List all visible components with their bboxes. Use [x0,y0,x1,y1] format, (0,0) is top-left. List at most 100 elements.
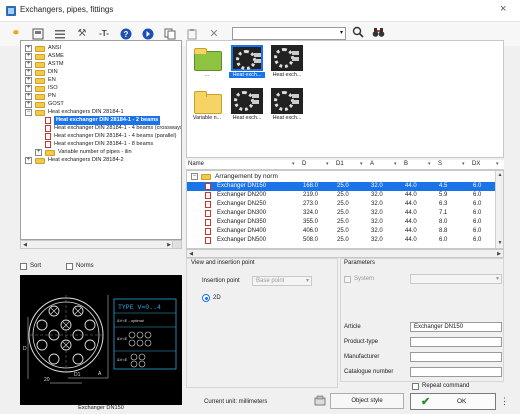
thumbnail-item[interactable]: Heat exch... [229,88,265,122]
exchanger-thumbnail-icon [271,45,303,71]
grid-group-label: Arrangement by norm [215,173,278,180]
object-style-button[interactable]: Object style [330,393,404,409]
tree-expander-icon[interactable]: − [25,109,32,116]
part-icon [45,117,51,124]
thumbnail-item[interactable]: Heat exch... [229,45,265,79]
preview-dim-d1: D1 [74,372,81,378]
column-filter-icon[interactable]: ▾ [394,161,397,167]
tree-expander-icon[interactable]: + [25,45,32,52]
table-row[interactable]: Exchanger DN500 508.0 25.0 32.0 44.0 6.0 6.0 [187,236,499,245]
column-header[interactable]: D [302,161,306,167]
more-options-icon[interactable]: ⋮ [500,396,509,407]
thumbnail-item[interactable]: Heat exch... [269,88,305,122]
table-row[interactable]: Exchanger DN250 273.0 25.0 32.0 44.0 6.3 6.0 [187,200,499,209]
tree-expander-icon[interactable]: + [25,93,32,100]
tree-expander-icon[interactable]: + [25,61,32,68]
preview-dim-a: A [98,371,102,377]
table-cell: 32.0 [371,210,383,216]
column-filter-icon[interactable]: ▾ [428,161,431,167]
object-style-icon[interactable] [314,395,326,407]
norms-checkbox[interactable] [66,263,73,270]
column-filter-icon[interactable]: ▾ [462,161,465,167]
column-filter-icon[interactable]: ▾ [360,161,363,167]
grid-scrollbar-v[interactable]: ▲ ▼ [495,171,503,248]
article-label: Article [344,324,361,330]
system-checkbox[interactable] [344,276,351,283]
tree-expander-icon[interactable]: + [25,85,32,92]
tree-expander-icon[interactable]: + [25,77,32,84]
table-cell: 324.0 [303,210,319,216]
group-expander-icon[interactable]: − [191,173,198,180]
scroll-left-icon[interactable]: ◀ [21,241,29,249]
view-insertion-heading: View and insertion point [191,260,255,266]
article-field[interactable]: Exchanger DN150 [410,322,502,332]
product-type-label: Product-type [344,339,379,345]
scroll-up-icon[interactable]: ▲ [496,171,503,179]
thumbnail-item[interactable]: Heat exch... [269,45,305,79]
grid-scrollbar-h[interactable]: ◀ ▶ [186,249,504,258]
grid-scroll-right-icon[interactable]: ▶ [495,250,503,258]
thumbnail-item[interactable]: ... [189,45,225,79]
folder-icon [191,88,223,114]
tree-expander-icon[interactable]: + [25,157,32,164]
category-tree[interactable]: + ANSI + ASME + ASTM + DIN + EN + ISO + PN + GOST − Heat … [20,40,182,240]
part-preview: TYPE V=0..4 &V<E - optimal &V<E &V<E A D… [20,275,182,405]
tree-expander-icon[interactable]: + [25,101,32,108]
search-dropdown[interactable]: ▾ [232,27,346,40]
catalogue-number-field[interactable] [410,367,502,377]
thumbnail-item[interactable]: Variable n... [189,88,225,122]
table-cell: Exchanger DN350 [217,219,267,225]
preview-dim-20: 20 [44,377,50,383]
repeat-command-checkbox[interactable] [412,383,419,390]
current-unit-text: Current unit: millimeters [204,399,268,405]
insertion-point-value: Base point [256,278,285,284]
column-filter-icon[interactable]: ▾ [496,161,499,167]
tree-expander-icon[interactable]: + [35,149,42,156]
parameters-heading: Parameters [344,260,376,266]
grid-group-row[interactable]: − Arrangement by norm [191,172,491,181]
parts-grid[interactable]: − Arrangement by norm Exchanger DN150 168… [186,170,504,249]
part-icon [205,237,211,244]
column-header[interactable]: A [370,161,374,167]
repeat-command-label: Repeat command [422,383,470,389]
splitter-handle[interactable] [172,240,182,249]
grid-scroll-left-icon[interactable]: ◀ [187,250,195,258]
column-header[interactable]: B [404,161,408,167]
table-row[interactable]: Exchanger DN350 355.0 25.0 32.0 44.0 8.0 6.0 [187,218,499,227]
table-cell: 44.0 [405,183,417,189]
table-row[interactable]: Exchanger DN300 324.0 25.0 32.0 44.0 7.1 6.0 [187,209,499,218]
svg-text:?: ? [124,30,129,39]
folder-icon [35,94,45,100]
folder-icon [201,174,211,180]
ok-button[interactable]: ✔ OK [410,393,496,410]
tree-expander-icon[interactable]: + [25,69,32,76]
preview-side-text-2: &V<E [117,336,128,341]
insertion-point-select[interactable]: Base point ▾ [252,276,312,286]
column-filter-icon[interactable]: ▾ [326,161,329,167]
insertion-point-label: Insertion point [202,278,240,284]
column-header[interactable]: Name [188,161,204,167]
part-icon [205,228,211,235]
table-cell: 8.8 [439,228,448,234]
tree-scrollbar-h[interactable]: ◀ ▶ [20,240,182,249]
column-header[interactable]: DX [472,161,480,167]
table-cell: 6.0 [473,210,482,216]
scroll-down-icon[interactable]: ▼ [496,239,503,247]
system-select[interactable]: ▾ [410,274,502,284]
tree-expander-icon[interactable]: + [25,53,32,60]
column-header[interactable]: S [438,161,442,167]
table-row[interactable]: Exchanger DN150 168.0 25.0 32.0 44.0 4.5 6.0 [187,182,499,191]
close-icon[interactable]: × [500,3,506,15]
sort-checkbox[interactable] [20,263,27,270]
column-filter-icon[interactable]: ▾ [292,161,295,167]
table-row[interactable]: Exchanger DN200 219.0 25.0 32.0 44.0 5.9 6.0 [187,191,499,200]
view-2d-radio[interactable] [202,294,210,302]
manufacturer-field[interactable] [410,352,502,362]
product-type-field[interactable] [410,337,502,347]
sort-label: Sort [30,263,42,269]
table-cell: 25.0 [337,192,349,198]
column-header[interactable]: D1 [336,161,344,167]
table-row[interactable]: Exchanger DN400 406.0 25.0 32.0 44.0 8.8 6.0 [187,227,499,236]
exchanger-thumbnail-icon [231,88,263,114]
table-cell: 44.0 [405,219,417,225]
